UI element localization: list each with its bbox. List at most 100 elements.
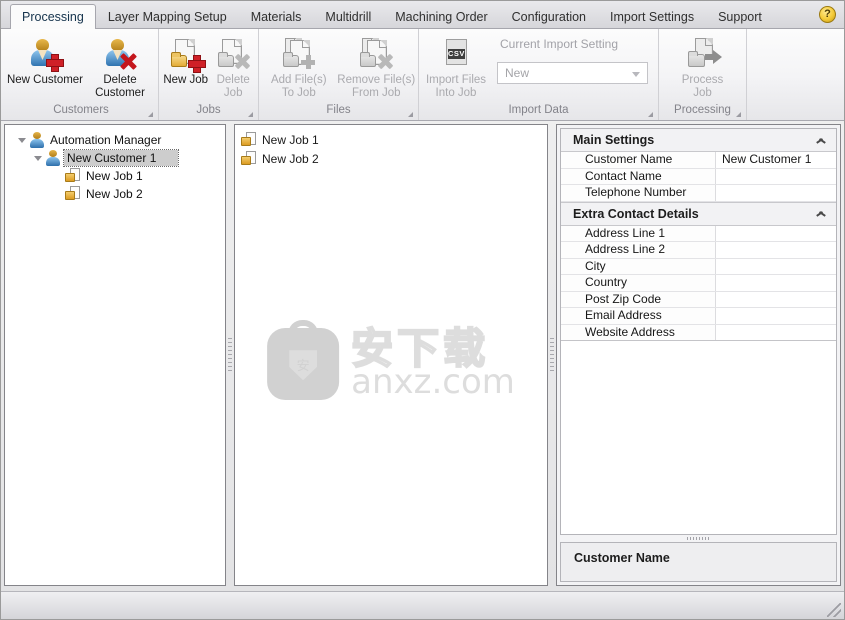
table-row[interactable]: Address Line 2 xyxy=(561,242,836,259)
list-item[interactable]: New Job 1 xyxy=(241,130,547,149)
tree-node-new-customer-1[interactable]: New Customer 1 xyxy=(5,149,225,167)
remove-files-from-job-button[interactable]: Remove File(s) From Job xyxy=(337,33,416,100)
dialog-launcher-icon[interactable] xyxy=(148,112,153,117)
job-files-panel: New Job 1 New Job 2 安 安下载 anxz.com xyxy=(234,124,548,586)
left-splitter[interactable] xyxy=(226,124,234,586)
property-name: City xyxy=(561,258,716,274)
tab-multidrill[interactable]: Multidrill xyxy=(313,4,383,29)
table-row[interactable]: Telephone Number xyxy=(561,185,836,202)
list-item-label: New Job 2 xyxy=(262,151,319,166)
new-job-label: New Job xyxy=(163,74,209,86)
workspace: Automation Manager New Customer 1 New Jo… xyxy=(1,122,844,589)
new-customer-label: New Customer xyxy=(6,74,84,86)
property-value[interactable] xyxy=(716,291,836,307)
tree-node-label: New Job 1 xyxy=(86,169,143,183)
remove-files-icon xyxy=(359,37,393,71)
property-value[interactable]: New Customer 1 xyxy=(716,152,836,168)
properties-resize-grip[interactable] xyxy=(560,535,837,542)
tree-node-new-job-2[interactable]: New Job 2 xyxy=(5,185,225,203)
delete-job-button[interactable]: Delete Job xyxy=(210,33,256,100)
tab-machining-order[interactable]: Machining Order xyxy=(383,4,499,29)
tree-node-new-job-1[interactable]: New Job 1 xyxy=(5,167,225,185)
tab-processing[interactable]: Processing xyxy=(10,4,96,29)
property-value[interactable] xyxy=(716,275,836,291)
right-splitter[interactable] xyxy=(548,124,556,586)
new-job-icon xyxy=(169,37,206,73)
chevron-down-icon xyxy=(632,72,640,77)
tab-import-settings[interactable]: Import Settings xyxy=(598,4,706,29)
table-row[interactable]: Country xyxy=(561,275,836,292)
table-row[interactable]: Website Address xyxy=(561,324,836,341)
tree-node-automation-manager[interactable]: Automation Manager xyxy=(5,131,225,149)
property-value[interactable] xyxy=(716,168,836,184)
delete-customer-button[interactable]: Delete Customer xyxy=(84,33,156,100)
import-files-into-job-button[interactable]: CSV Import Files Into Job xyxy=(421,33,491,100)
ribbon-group-files-title: Files xyxy=(261,103,416,120)
table-row[interactable]: Address Line 1 xyxy=(561,225,836,242)
tab-support[interactable]: Support xyxy=(706,4,774,29)
csv-badge-text: CSV xyxy=(447,49,465,59)
category-title: Extra Contact Details xyxy=(573,206,699,221)
table-row[interactable]: Post Zip Code xyxy=(561,291,836,308)
property-description-pane: Customer Name xyxy=(560,542,837,582)
dialog-launcher-icon[interactable] xyxy=(648,112,653,117)
dialog-launcher-icon[interactable] xyxy=(408,112,413,117)
dialog-launcher-icon[interactable] xyxy=(248,112,253,117)
tab-layer-mapping-setup[interactable]: Layer Mapping Setup xyxy=(96,4,239,29)
property-name: Post Zip Code xyxy=(561,291,716,307)
table-row[interactable]: Contact Name xyxy=(561,168,836,185)
tab-materials[interactable]: Materials xyxy=(239,4,314,29)
delete-job-icon xyxy=(216,37,250,71)
category-header-extra-contact-details[interactable]: Extra Contact Details xyxy=(561,201,836,226)
dialog-launcher-icon[interactable] xyxy=(736,112,741,117)
property-value[interactable] xyxy=(716,242,836,258)
property-value[interactable] xyxy=(716,324,836,340)
list-item-label: New Job 1 xyxy=(262,132,319,147)
ribbon-group-jobs: New Job Delete Job Jobs xyxy=(159,29,259,120)
ribbon-filler xyxy=(747,29,844,120)
status-bar xyxy=(1,591,844,619)
current-import-setting-value: New xyxy=(504,66,529,80)
expander-collapse-icon[interactable] xyxy=(31,149,45,167)
chevron-up-icon[interactable] xyxy=(816,210,826,217)
new-job-button[interactable]: New Job xyxy=(161,33,210,87)
property-value[interactable] xyxy=(716,185,836,201)
property-name: Email Address xyxy=(561,308,716,324)
property-value[interactable] xyxy=(716,225,836,241)
job-files-list: New Job 1 New Job 2 xyxy=(235,125,547,168)
ribbon-tabstrip: Processing Layer Mapping Setup Materials… xyxy=(1,1,844,29)
help-icon[interactable]: ? xyxy=(819,6,836,23)
add-files-icon xyxy=(282,37,316,71)
tab-configuration[interactable]: Configuration xyxy=(500,4,598,29)
expander-collapse-icon[interactable] xyxy=(15,131,29,149)
ribbon-group-customers-title: Customers xyxy=(6,103,156,120)
process-job-button[interactable]: Process Job xyxy=(661,33,744,100)
group-title-text: Customers xyxy=(53,104,109,116)
table-row[interactable]: Customer Name New Customer 1 xyxy=(561,152,836,169)
tree-node-label: Automation Manager xyxy=(50,133,162,147)
property-name: Country xyxy=(561,275,716,291)
category-header-main-settings[interactable]: Main Settings xyxy=(561,129,836,152)
import-files-csv-icon: CSV xyxy=(439,37,473,71)
tab-label: Materials xyxy=(250,10,302,24)
table-row[interactable]: City xyxy=(561,258,836,275)
application-window: Processing Layer Mapping Setup Materials… xyxy=(0,0,845,620)
customer-tree: Automation Manager New Customer 1 New Jo… xyxy=(5,125,225,203)
current-import-setting-select[interactable]: New xyxy=(496,62,648,84)
new-customer-button[interactable]: New Customer xyxy=(6,33,84,87)
property-value[interactable] xyxy=(716,308,836,324)
tab-label: Layer Mapping Setup xyxy=(107,10,227,24)
resize-grip-icon[interactable] xyxy=(827,603,841,617)
tab-label: Support xyxy=(718,10,762,24)
chevron-up-icon[interactable] xyxy=(816,137,826,144)
add-files-to-job-button[interactable]: Add File(s) To Job xyxy=(261,33,337,100)
list-item[interactable]: New Job 2 xyxy=(241,149,547,168)
job-icon xyxy=(65,186,81,202)
table-row[interactable]: Email Address xyxy=(561,308,836,325)
import-files-label: Import Files Into Job xyxy=(425,74,487,99)
property-name: Contact Name xyxy=(561,168,716,184)
watermark-badge-icon: 安 xyxy=(267,320,340,401)
ribbon-group-customers: New Customer Delete Customer Customers xyxy=(4,29,159,120)
property-value[interactable] xyxy=(716,258,836,274)
tab-label: Processing xyxy=(22,10,84,24)
